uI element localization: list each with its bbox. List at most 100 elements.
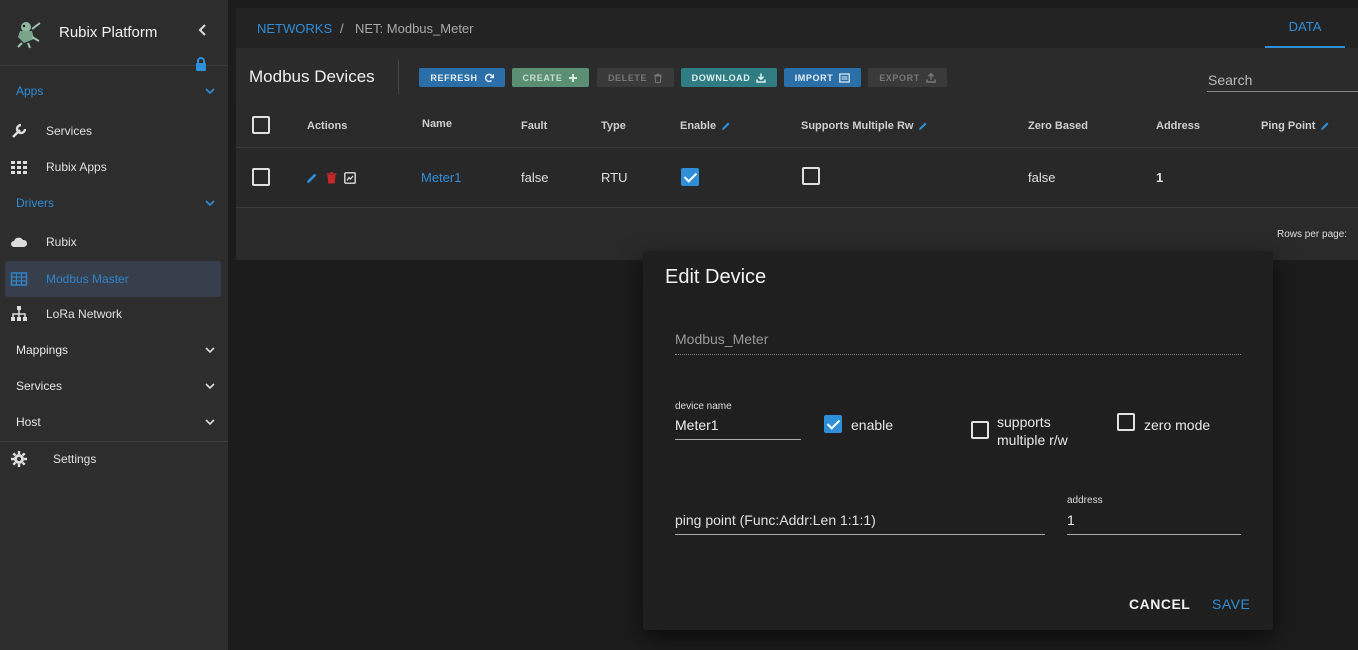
device-address-value: 1 — [1156, 170, 1164, 185]
column-header-supports-multiple-rw[interactable]: Supports Multiple Rw — [801, 120, 928, 132]
row-select-checkbox[interactable] — [252, 168, 270, 186]
nav-section-apps[interactable]: Apps — [0, 73, 228, 109]
chevron-down-icon — [205, 88, 215, 95]
sidebar-item-label: Modbus Master — [46, 272, 129, 286]
device-name-input[interactable]: Meter1 — [675, 417, 719, 433]
chevron-down-icon — [205, 347, 215, 354]
column-header-zero-based[interactable]: Zero Based — [1028, 120, 1088, 132]
chevron-down-icon — [205, 419, 215, 426]
enable-checkbox[interactable] — [824, 415, 842, 433]
breadcrumb-separator: / — [340, 21, 344, 36]
chevron-down-icon — [205, 200, 215, 207]
address-underline — [1067, 534, 1241, 535]
device-supports-multiple-rw-checkbox[interactable] — [802, 167, 820, 185]
lock-icon[interactable] — [194, 57, 208, 71]
delete-button[interactable]: DELETE — [597, 68, 674, 87]
sidebar: Rubix Platform Apps Services Rubix Apps … — [0, 0, 228, 650]
plus-icon — [569, 73, 578, 82]
column-header-address[interactable]: Address — [1156, 120, 1200, 132]
device-type-value: RTU — [601, 170, 628, 185]
column-header-ping-point[interactable]: Ping Point — [1261, 120, 1330, 132]
sidebar-item-lora-network[interactable]: LoRa Network — [0, 296, 228, 332]
nav-section-label: Mappings — [16, 343, 69, 357]
delete-trash-icon[interactable] — [326, 172, 337, 184]
zero-mode-checkbox[interactable] — [1117, 413, 1135, 431]
frog-logo-icon — [17, 21, 41, 48]
sidebar-item-label: Services — [46, 124, 93, 138]
nav-section-host[interactable]: Host — [0, 404, 228, 440]
rows-per-page-label: Rows per page: — [1277, 229, 1348, 240]
nav-section-label: Services — [16, 379, 63, 393]
column-header-actions: Actions — [307, 120, 348, 132]
breadcrumb-current: NET: Modbus_Meter — [355, 21, 474, 36]
column-header-label: Enable — [680, 120, 717, 132]
refresh-label: REFRESH — [430, 72, 478, 83]
create-label: CREATE — [522, 72, 563, 83]
supports-multiple-rw-checkbox[interactable] — [971, 421, 989, 439]
column-header-label: Ping Point — [1261, 120, 1316, 132]
supports-label-line1: supports — [997, 414, 1051, 430]
delete-label: DELETE — [607, 72, 648, 83]
device-name-link[interactable]: Meter1 — [421, 170, 461, 185]
address-input[interactable]: 1 — [1067, 512, 1075, 528]
refresh-button[interactable]: REFRESH — [419, 68, 505, 87]
tab-data[interactable]: DATA — [1265, 8, 1345, 48]
create-button[interactable]: CREATE — [512, 68, 589, 87]
trash-icon — [654, 73, 662, 83]
sidebar-item-settings[interactable]: Settings — [0, 441, 228, 477]
nav-section-label: Apps — [16, 84, 44, 98]
sidebar-item-label: Rubix Apps — [46, 160, 107, 174]
enable-label: enable — [851, 417, 894, 433]
column-header-fault[interactable]: Fault — [521, 120, 547, 132]
column-header-name[interactable]: Name — [422, 118, 452, 130]
gear-icon — [11, 451, 27, 467]
sidebar-item-label: Rubix — [46, 235, 77, 249]
upload-icon — [926, 72, 936, 83]
sidebar-item-rubix[interactable]: Rubix — [0, 224, 228, 260]
cloud-icon — [11, 237, 28, 247]
sidebar-item-services[interactable]: Services — [0, 113, 228, 149]
brand-title: Rubix Platform — [59, 24, 158, 41]
column-header-type[interactable]: Type — [601, 120, 626, 132]
ping-point-input[interactable]: ping point (Func:Addr:Len 1:1:1) — [675, 512, 876, 528]
sidebar-item-label: LoRa Network — [46, 307, 123, 321]
export-button[interactable]: EXPORT — [868, 68, 947, 87]
import-label: IMPORT — [794, 72, 834, 83]
sidebar-item-modbus-master[interactable]: Modbus Master — [5, 261, 221, 297]
table-row: Meter1 false RTU false 1 — [236, 148, 1358, 208]
edit-device-dialog: Edit Device Modbus_Meter device name Met… — [643, 251, 1273, 630]
collapse-sidebar-icon[interactable] — [196, 20, 210, 40]
column-header-label: Supports Multiple Rw — [801, 120, 914, 132]
address-label: address — [1067, 495, 1103, 506]
device-enable-checkbox[interactable] — [681, 168, 699, 186]
cancel-button[interactable]: CANCEL — [1129, 596, 1190, 612]
device-fault-value: false — [521, 170, 549, 185]
search-input[interactable] — [1207, 68, 1358, 92]
download-icon — [756, 73, 767, 83]
save-button[interactable]: SAVE — [1212, 596, 1250, 612]
import-button[interactable]: IMPORT — [784, 68, 861, 87]
view-details-icon[interactable] — [344, 172, 356, 184]
pencil-icon[interactable] — [1320, 121, 1330, 131]
breadcrumb-networks-link[interactable]: NETWORKS — [257, 21, 332, 36]
top-bar: NETWORKS / NET: Modbus_Meter DATA — [236, 8, 1358, 48]
nav-section-services[interactable]: Services — [0, 368, 228, 404]
column-header-enable[interactable]: Enable — [680, 120, 731, 132]
pencil-icon[interactable] — [721, 121, 731, 131]
supports-label-line2: multiple r/w — [997, 432, 1068, 448]
nav-section-mappings[interactable]: Mappings — [0, 332, 228, 368]
nav-section-drivers[interactable]: Drivers — [0, 185, 228, 221]
edit-pencil-icon[interactable] — [306, 172, 318, 184]
nav-section-label: Host — [16, 415, 41, 429]
select-all-checkbox[interactable] — [252, 116, 270, 134]
device-zero-based-value: false — [1028, 170, 1056, 185]
ping-point-underline — [675, 534, 1045, 535]
download-button[interactable]: DOWNLOAD — [681, 68, 777, 87]
dialog-title: Edit Device — [665, 266, 767, 288]
network-field: Modbus_Meter — [675, 331, 1241, 355]
pencil-icon[interactable] — [918, 121, 928, 131]
devices-toolbar: Modbus Devices REFRESH CREATE DELETE DOW… — [236, 48, 1358, 104]
sidebar-item-rubix-apps[interactable]: Rubix Apps — [0, 149, 228, 185]
device-name-label: device name — [675, 401, 732, 412]
chevron-down-icon — [205, 383, 215, 390]
